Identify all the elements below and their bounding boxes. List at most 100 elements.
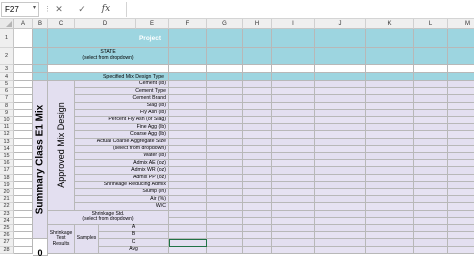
cell-i21[interactable]	[272, 196, 315, 204]
cell-g12[interactable]	[207, 131, 243, 139]
column-header-l[interactable]: L	[414, 19, 448, 29]
cell-g24[interactable]	[207, 217, 243, 225]
cell-a10[interactable]	[14, 117, 33, 125]
column-header-h[interactable]: H	[243, 19, 272, 29]
cell-l7[interactable]	[414, 95, 448, 103]
cell-g23[interactable]	[207, 210, 243, 218]
cell-a5[interactable]	[14, 81, 33, 89]
cell-j9[interactable]	[315, 109, 366, 117]
row-header-4[interactable]: 4	[0, 73, 14, 81]
cell-f20[interactable]	[169, 189, 207, 197]
cell-k4[interactable]	[366, 73, 414, 81]
cell-m4[interactable]	[448, 73, 474, 81]
cell-g7[interactable]	[207, 95, 243, 103]
cell-j11[interactable]	[315, 124, 366, 132]
cell-f6[interactable]	[169, 88, 207, 96]
cell-l25[interactable]	[414, 225, 448, 233]
cell-a17[interactable]	[14, 167, 33, 175]
column-header-g[interactable]: G	[207, 19, 243, 29]
cell-c3[interactable]	[48, 65, 169, 73]
row-header-12[interactable]: 12	[0, 131, 14, 139]
row-header-14[interactable]: 14	[0, 145, 14, 153]
cell-h25[interactable]	[243, 225, 272, 233]
cell-m21[interactable]	[448, 196, 474, 204]
cell-a2[interactable]	[14, 48, 33, 65]
cell-g17[interactable]	[207, 167, 243, 175]
cell-l19[interactable]	[414, 181, 448, 189]
cell-j21[interactable]	[315, 196, 366, 204]
cell-g8[interactable]	[207, 102, 243, 110]
cell-l14[interactable]	[414, 145, 448, 153]
cell-l15[interactable]	[414, 153, 448, 161]
cell-f23[interactable]	[169, 210, 207, 218]
cell-h3[interactable]	[243, 65, 272, 73]
cell-k15[interactable]	[366, 153, 414, 161]
column-header-i[interactable]: I	[272, 19, 315, 29]
cell-i10[interactable]	[272, 117, 315, 125]
cell-h17[interactable]	[243, 167, 272, 175]
cell-m14[interactable]	[448, 145, 474, 153]
cell-g3[interactable]	[207, 65, 243, 73]
cell-j7[interactable]	[315, 95, 366, 103]
cell-l11[interactable]	[414, 124, 448, 132]
active-cell-f27[interactable]	[169, 239, 207, 247]
select-all-corner[interactable]	[0, 19, 14, 29]
cell-k3[interactable]	[366, 65, 414, 73]
cell-h7[interactable]	[243, 95, 272, 103]
cell-a22[interactable]	[14, 203, 33, 211]
row-header-7[interactable]: 7	[0, 95, 14, 103]
row-header-5[interactable]: 5	[0, 81, 14, 89]
cell-i2[interactable]	[272, 48, 315, 65]
cell-i1[interactable]	[272, 29, 315, 48]
cell-k25[interactable]	[366, 225, 414, 233]
cell-f14[interactable]	[169, 145, 207, 153]
row-header-24[interactable]: 24	[0, 217, 14, 225]
cell-a20[interactable]	[14, 189, 33, 197]
cell-g27[interactable]	[207, 239, 243, 247]
cell-k14[interactable]	[366, 145, 414, 153]
cell-g4[interactable]	[207, 73, 243, 81]
cell-l23[interactable]	[414, 210, 448, 218]
cell-h27[interactable]	[243, 239, 272, 247]
cell-k24[interactable]	[366, 217, 414, 225]
row-header-10[interactable]: 10	[0, 117, 14, 125]
cell-h12[interactable]	[243, 131, 272, 139]
cell-f19[interactable]	[169, 181, 207, 189]
row-header-17[interactable]: 17	[0, 167, 14, 175]
cell-m3[interactable]	[448, 65, 474, 73]
cell-m15[interactable]	[448, 153, 474, 161]
cell-k7[interactable]	[366, 95, 414, 103]
cell-a26[interactable]	[14, 232, 33, 240]
cell-i5[interactable]	[272, 81, 315, 89]
cell-k27[interactable]	[366, 239, 414, 247]
cell-i15[interactable]	[272, 153, 315, 161]
cell-l28[interactable]	[414, 246, 448, 254]
cell-m18[interactable]	[448, 174, 474, 182]
cell-f9[interactable]	[169, 109, 207, 117]
cell-k1[interactable]	[366, 29, 414, 48]
cell-h6[interactable]	[243, 88, 272, 96]
cell-a8[interactable]	[14, 102, 33, 110]
cell-h20[interactable]	[243, 189, 272, 197]
cell-a28[interactable]	[14, 246, 33, 254]
cell-f16[interactable]	[169, 160, 207, 168]
row-header-28[interactable]: 28	[0, 246, 14, 254]
cell-k28[interactable]	[366, 246, 414, 254]
cell-k13[interactable]	[366, 138, 414, 146]
row-header-8[interactable]: 8	[0, 102, 14, 110]
cell-i26[interactable]	[272, 232, 315, 240]
cell-j1[interactable]	[315, 29, 366, 48]
cell-j3[interactable]	[315, 65, 366, 73]
cell-i11[interactable]	[272, 124, 315, 132]
cell-f26[interactable]	[169, 232, 207, 240]
column-header-m[interactable]: M	[448, 19, 474, 29]
cell-k20[interactable]	[366, 189, 414, 197]
cell-i22[interactable]	[272, 203, 315, 211]
cell-h23[interactable]	[243, 210, 272, 218]
cell-m24[interactable]	[448, 217, 474, 225]
row-header-22[interactable]: 22	[0, 203, 14, 211]
cell-j6[interactable]	[315, 88, 366, 96]
cell-f22[interactable]	[169, 203, 207, 211]
cell-m22[interactable]	[448, 203, 474, 211]
cell-h1[interactable]	[243, 29, 272, 48]
